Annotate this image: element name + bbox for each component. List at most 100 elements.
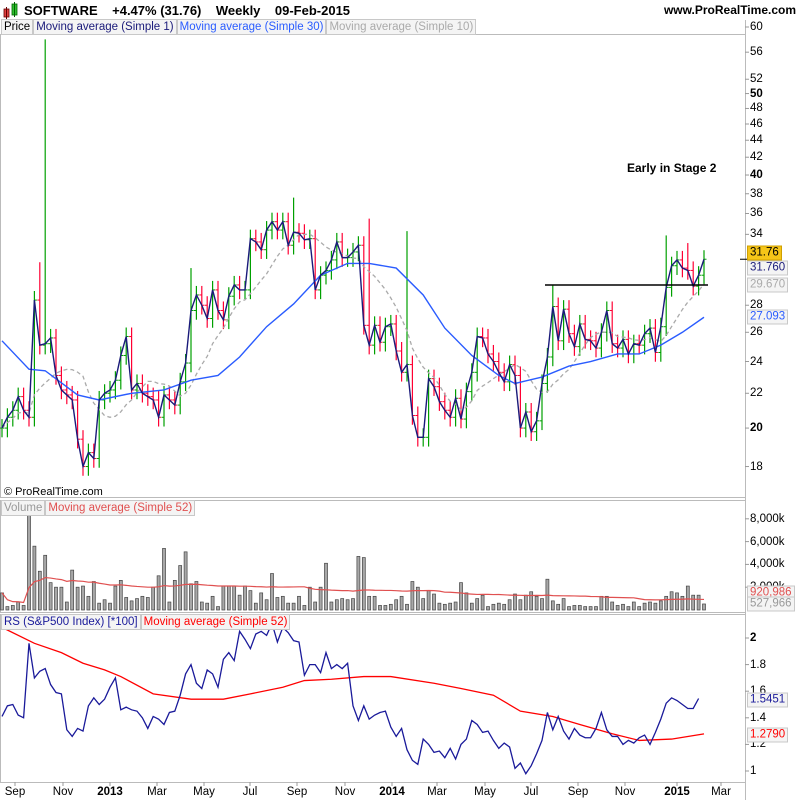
- volume-bar: [696, 594, 701, 611]
- volume-bar: [405, 603, 409, 611]
- price-tick-label: 34: [750, 228, 763, 241]
- volume-bar: [453, 601, 458, 611]
- legend-price[interactable]: Price: [1, 19, 34, 35]
- volume-bar: [518, 599, 523, 611]
- x-axis-label: Mar: [711, 786, 731, 798]
- volume-bar: [561, 598, 566, 611]
- volume-bar: [27, 512, 31, 611]
- volume-bar: [361, 557, 366, 611]
- volume-bar: [97, 602, 102, 611]
- price-tick-label: 22: [750, 387, 763, 400]
- volume-bar: [459, 582, 463, 611]
- legend-ma10[interactable]: Moving average (Simple 10): [326, 19, 477, 35]
- legend-volume[interactable]: Volume: [1, 500, 46, 516]
- ma30-line: [1, 262, 705, 401]
- volume-bar: [421, 598, 426, 611]
- volume-bar: [216, 606, 220, 611]
- volume-bar: [534, 595, 539, 611]
- volume-bar: [113, 585, 118, 611]
- price-tick-label: 40: [750, 169, 763, 182]
- volume-bar: [658, 600, 663, 611]
- volume-bar: [513, 593, 517, 611]
- x-axis-label: Sep: [286, 786, 308, 798]
- volume-bar: [199, 601, 204, 611]
- volume-bar: [135, 598, 139, 611]
- volume-bar: [486, 606, 490, 611]
- period: Weekly: [215, 3, 261, 18]
- volume-bar: [253, 602, 258, 611]
- legend-volume-ma52[interactable]: Moving average (Simple 52): [45, 500, 196, 516]
- x-axis-label: Nov: [334, 786, 356, 798]
- volume-bar: [91, 581, 96, 611]
- volume-bar: [16, 601, 21, 611]
- volume-bar: [556, 603, 561, 611]
- volume-bar: [577, 605, 582, 611]
- volume-bar: [264, 599, 269, 611]
- ma10-value-box: 29.670: [747, 277, 789, 293]
- volume-bar: [588, 606, 593, 611]
- volume-bar: [102, 599, 107, 611]
- volume-bar: [356, 556, 361, 611]
- volume-bar: [151, 586, 156, 611]
- volume-bar: [426, 590, 431, 611]
- volume-bar: [372, 595, 377, 611]
- volume-tick-label: 4,000k: [750, 558, 785, 571]
- chart-canvas[interactable]: [0, 0, 800, 800]
- volume-bar: [140, 595, 145, 611]
- volume-bar: [615, 605, 620, 611]
- legend-rs[interactable]: RS (S&P500 Index) [*100]: [1, 614, 141, 630]
- price-tick-label: 60: [750, 21, 763, 33]
- site-link[interactable]: www.ProRealTime.com: [664, 3, 796, 17]
- volume-bar: [648, 601, 652, 611]
- volume-bar: [167, 601, 172, 611]
- volume-bar: [302, 605, 307, 611]
- volume-value-box: 527,966: [747, 596, 795, 612]
- volume-bar: [642, 602, 647, 611]
- volume-bar: [108, 602, 112, 611]
- volume-tick-label: 8,000k: [750, 512, 785, 525]
- volume-bar: [324, 562, 328, 611]
- volume-bar: [275, 597, 280, 611]
- volume-bar: [237, 594, 242, 611]
- volume-bar: [664, 595, 669, 611]
- rs-ma52-line: [1, 626, 705, 742]
- volume-bar: [394, 599, 399, 611]
- volume-bar: [448, 602, 453, 611]
- volume-bar: [70, 569, 75, 611]
- x-axis-label: Jul: [242, 786, 258, 798]
- volume-bar: [410, 581, 415, 611]
- volume-bar: [610, 601, 615, 611]
- volume-bar: [297, 595, 301, 611]
- volume-bar: [10, 605, 15, 611]
- volume-bar: [437, 602, 442, 611]
- price-tick-label: 26: [750, 326, 763, 339]
- volume-bar: [280, 595, 285, 611]
- volume-bar: [442, 603, 447, 611]
- volume-bar: [210, 595, 215, 611]
- legend-ma30[interactable]: Moving average (Simple 30): [176, 19, 327, 35]
- volume-bar: [604, 595, 609, 611]
- price-tick-label: 56: [750, 46, 763, 59]
- volume-bar: [86, 595, 91, 611]
- volume-bar: [378, 605, 382, 611]
- volume-bar: [243, 585, 247, 611]
- volume-bar: [685, 585, 690, 611]
- rs-line: [1, 621, 700, 775]
- volume-bar: [340, 598, 345, 611]
- volume-bar: [475, 598, 480, 611]
- volume-bar: [172, 580, 177, 611]
- price-tick-label: 24: [750, 355, 763, 368]
- x-axis-label: Jul: [523, 786, 539, 798]
- ma1-value-box: 31.760: [747, 260, 789, 276]
- price-tick-label: 18: [750, 460, 763, 473]
- volume-bar: [189, 583, 193, 611]
- chart-header: SOFTWARE +4.47% (31.76) Weekly 09-Feb-20…: [0, 2, 800, 19]
- volume-bar: [599, 595, 604, 611]
- legend-rs-ma52[interactable]: Moving average (Simple 52): [140, 614, 291, 630]
- volume-bar: [37, 570, 42, 611]
- legend-ma1[interactable]: Moving average (Simple 1): [33, 19, 177, 35]
- volume-bar: [0, 592, 4, 611]
- volume-bar: [291, 602, 296, 611]
- volume-bar: [81, 585, 85, 611]
- x-axis-label: Mar: [427, 786, 447, 798]
